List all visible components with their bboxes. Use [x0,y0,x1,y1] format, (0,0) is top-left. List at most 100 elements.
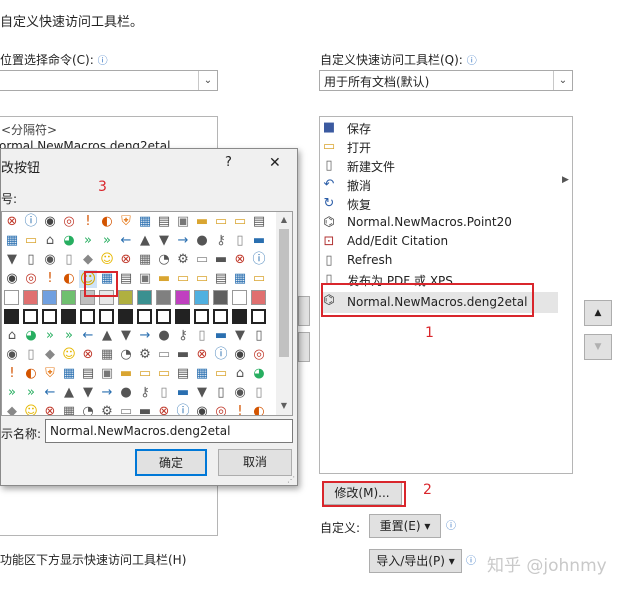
list-item[interactable]: ⌬ Normal.NewMacros.Point20 [321,214,558,233]
square-icon[interactable] [4,309,19,324]
symbol-icon[interactable]: ⌂ [3,327,21,345]
symbol-icon[interactable]: ⛨ [117,213,135,231]
symbol-icon[interactable]: ▯ [231,232,249,250]
symbol-icon[interactable]: ◉ [231,346,249,364]
add-button[interactable] [298,296,310,326]
color-swatch-icon[interactable] [61,290,76,305]
symbol-icon[interactable]: ▭ [155,346,173,364]
symbol-icon[interactable]: ▣ [136,270,154,288]
symbol-icon[interactable]: ! [231,403,249,415]
symbol-icon[interactable]: ◆ [3,403,21,415]
symbol-icon[interactable]: ◐ [250,403,268,415]
square-icon[interactable] [61,309,76,324]
color-swatch-icon[interactable] [175,290,190,305]
symbol-icon[interactable]: ▲ [136,232,154,250]
color-swatch-icon[interactable] [156,290,171,305]
symbol-icon[interactable]: ◐ [98,213,116,231]
symbol-icon[interactable]: » [22,384,40,402]
symbol-icon[interactable]: ⊗ [193,346,211,364]
symbol-icon[interactable]: ! [41,270,59,288]
move-up-button[interactable]: ▲ [584,300,612,326]
customize-scope-dropdown[interactable]: 用于所有文档(默认) ⌄ [319,70,573,91]
color-swatch-icon[interactable] [118,290,133,305]
symbol-icon[interactable]: ▼ [3,251,21,269]
choose-commands-dropdown[interactable]: ⌄ [0,70,218,91]
symbol-icon[interactable]: ▯ [22,346,40,364]
color-swatch-icon[interactable] [137,290,152,305]
symbol-icon[interactable]: ◎ [22,270,40,288]
symbol-icon[interactable]: ▭ [212,213,230,231]
symbol-icon[interactable]: ▬ [212,327,230,345]
symbol-icon[interactable]: ▲ [98,327,116,345]
symbol-icon[interactable]: → [136,327,154,345]
color-swatch-icon[interactable] [4,290,19,305]
symbol-icon[interactable]: » [3,384,21,402]
symbol-icon[interactable]: ▭ [250,270,268,288]
symbol-icon[interactable]: ▼ [231,327,249,345]
symbol-icon[interactable]: ▼ [79,384,97,402]
symbol-icon[interactable]: ◎ [212,403,230,415]
symbol-icon[interactable]: ▭ [155,365,173,383]
scroll-right-icon[interactable]: ▶ [562,175,569,185]
list-scrollbar[interactable]: ▶ [559,117,572,473]
scroll-thumb[interactable] [279,229,289,357]
info-icon[interactable]: ⓘ [467,56,477,67]
symbol-icon[interactable]: ☺ [22,403,40,415]
symbol-icon[interactable]: ⊗ [231,251,249,269]
symbol-icon[interactable]: ◎ [60,213,78,231]
color-swatch-icon[interactable] [23,290,38,305]
symbol-grid[interactable]: ▲ ▼ ⊗ ⓘ ◉ ◎! ◐ ⛨ ▦ ▤ ▣ ▬ ▭ ▭ ▤ ▦ ▭ ⌂ ◕»» ← ▲ ▼ → ● ⚷ ▯ ▬ ▼ ▯ ◉ ▯ ◆ ☺ ⊗ ▦… [1,211,293,416]
symbol-icon[interactable]: ▦ [60,365,78,383]
symbol-icon[interactable]: ▼ [117,327,135,345]
symbol-icon[interactable]: ▭ [174,270,192,288]
symbol-icon[interactable]: ▦ [231,270,249,288]
close-button[interactable]: ✕ [269,155,281,171]
symbol-icon[interactable]: ▤ [155,213,173,231]
list-item[interactable]: ↶ 撤消 [321,176,558,195]
symbol-icon[interactable]: ▭ [117,403,135,415]
symbol-icon[interactable]: ▣ [98,365,116,383]
symbol-icon[interactable]: ▦ [98,346,116,364]
symbol-icon[interactable]: ◔ [155,251,173,269]
symbol-icon[interactable]: ▯ [60,251,78,269]
symbol-icon[interactable]: ▬ [174,346,192,364]
symbol-icon[interactable]: ▣ [174,213,192,231]
symbol-icon[interactable]: ▯ [250,327,268,345]
symbol-icon[interactable]: ◕ [250,365,268,383]
symbol-icon[interactable]: ← [117,232,135,250]
symbol-icon[interactable]: ← [79,327,97,345]
cancel-button[interactable]: 取消 [218,449,292,476]
help-button[interactable]: ? [225,155,232,170]
symbol-icon[interactable]: » [98,232,116,250]
square-icon[interactable] [232,309,247,324]
scroll-down-icon[interactable]: ▼ [277,399,291,413]
grid-scrollbar[interactable]: ▲ ▼ [276,212,292,415]
color-swatch-icon[interactable] [194,290,209,305]
symbol-icon[interactable]: ▤ [250,213,268,231]
symbol-icon[interactable]: ⓘ [250,251,268,269]
square-icon[interactable] [99,309,114,324]
symbol-icon[interactable]: ⛨ [41,365,59,383]
symbol-icon[interactable]: ☺ [60,346,78,364]
symbol-icon[interactable]: ◔ [79,403,97,415]
symbol-icon[interactable]: ◉ [231,384,249,402]
color-swatch-icon[interactable] [42,290,57,305]
symbol-icon[interactable]: ▭ [212,365,230,383]
square-icon[interactable] [213,309,228,324]
symbol-icon[interactable]: ▯ [22,251,40,269]
symbol-icon[interactable]: ⚙ [136,346,154,364]
symbol-icon[interactable]: ◉ [3,346,21,364]
symbol-icon[interactable]: ⓘ [212,346,230,364]
square-icon[interactable] [156,309,171,324]
symbol-icon[interactable]: ◔ [117,346,135,364]
move-down-button[interactable]: ▼ [584,334,612,360]
symbol-icon[interactable]: ▦ [60,403,78,415]
color-swatch-icon[interactable] [232,290,247,305]
list-item[interactable]: ↻ 恢复 [321,195,558,214]
symbol-icon[interactable]: ⌂ [231,365,249,383]
list-item[interactable]: ⊡ Add/Edit Citation [321,233,558,252]
symbol-icon[interactable]: ⚷ [212,232,230,250]
symbol-icon[interactable]: ⊗ [117,251,135,269]
symbol-icon[interactable]: ▦ [193,365,211,383]
symbol-icon[interactable]: ▭ [231,213,249,231]
